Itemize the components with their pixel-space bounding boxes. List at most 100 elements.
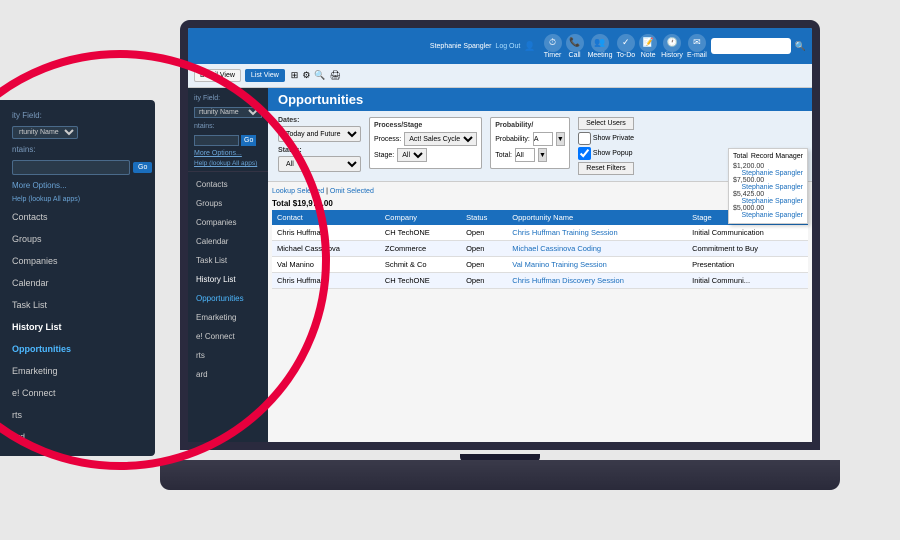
col-opportunity[interactable]: Opportunity Name <box>507 210 687 225</box>
sidebar-reports[interactable]: rts <box>188 346 268 365</box>
dates-select[interactable]: Today and Future <box>278 126 361 142</box>
nav-emarketing[interactable]: Emarketing <box>0 360 155 382</box>
cell-stage-3: Presentation <box>687 257 808 273</box>
sidebar-companies[interactable]: Companies <box>188 213 268 232</box>
select-users-btn[interactable]: Select Users <box>578 117 634 130</box>
laptop-container: Stephanie Spangler Log Out 👤 ⏱Timer 📞Cal… <box>160 20 840 510</box>
search-input[interactable] <box>711 38 791 54</box>
popup-rm-3: Stephanie Spangler <box>742 198 804 205</box>
timer-btn[interactable]: ⏱Timer <box>544 34 562 59</box>
opp-link-2[interactable]: Michael Cassinova Coding <box>512 244 601 253</box>
laptop-base <box>160 460 840 490</box>
total-input[interactable] <box>515 148 535 162</box>
search-field[interactable] <box>12 160 130 175</box>
cell-stage-2: Commitment to Buy <box>687 241 808 257</box>
cell-opp-1: Chris Huffman Training Session <box>507 225 687 241</box>
go-button[interactable]: Go <box>133 162 152 173</box>
reset-filters-btn[interactable]: Reset Filters <box>578 162 634 175</box>
laptop-screen: Stephanie Spangler Log Out 👤 ⏱Timer 📞Cal… <box>180 20 820 450</box>
logout-link[interactable]: Log Out <box>495 43 520 50</box>
sidebar-go-btn[interactable]: Go <box>241 135 256 146</box>
call-btn[interactable]: 📞Call <box>566 34 584 59</box>
sidebar-tasklist[interactable]: Task List <box>188 251 268 270</box>
total-col-header: Total <box>733 153 748 160</box>
sidebar-contains-label: ntains: <box>188 120 268 133</box>
probability-title: Probability/ <box>495 122 565 129</box>
cell-status-2: Open <box>461 241 507 257</box>
show-popup-row: Show Popup <box>578 147 634 160</box>
stage-label: Stage: <box>374 152 394 159</box>
cell-status-1: Open <box>461 225 507 241</box>
meeting-btn[interactable]: 👥Meeting <box>588 34 613 59</box>
cell-company-4: CH TechONE <box>380 273 461 289</box>
probability-input[interactable] <box>533 132 553 146</box>
nav-history-list[interactable]: History List <box>0 316 155 338</box>
search-icon[interactable]: 🔍 <box>795 41 806 52</box>
cell-contact-3: Val Manino <box>272 257 380 273</box>
cell-status-3: Open <box>461 257 507 273</box>
process-select[interactable]: Act! Sales Cycle <box>404 132 477 146</box>
sidebar-calendar[interactable]: Calendar <box>188 232 268 251</box>
page-title: Opportunities <box>268 88 812 111</box>
sidebar-help-link[interactable]: Help (lookup All apps) <box>188 159 268 168</box>
nav-calendar[interactable]: Calendar <box>0 272 155 294</box>
col-company[interactable]: Company <box>380 210 461 225</box>
sidebar-contacts[interactable]: Contacts <box>188 175 268 194</box>
sidebar: ity Field: rtunity Name ntains: Go More … <box>188 88 268 442</box>
sidebar-historylist[interactable]: History List <box>188 270 268 289</box>
sidebar-search-input[interactable] <box>194 135 239 146</box>
show-private-label: Show Private <box>593 135 634 142</box>
opp-link-3[interactable]: Val Manino Training Session <box>512 260 607 269</box>
cell-company-3: Schmit & Co <box>380 257 461 273</box>
list-view-btn[interactable]: List View <box>245 69 285 82</box>
popup-row-1: $1,200.00 Stephanie Spangler <box>733 162 803 171</box>
col-contact[interactable]: Contact <box>272 210 380 225</box>
cell-stage-4: Initial Communi... <box>687 273 808 289</box>
opp-link-1[interactable]: Chris Huffman Training Session <box>512 228 617 237</box>
detail-view-btn[interactable]: Detail View <box>194 69 241 82</box>
cell-company-2: ZCommerce <box>380 241 461 257</box>
content-area: Opportunities Dates: Today and Future St… <box>268 88 812 442</box>
field-select[interactable]: rtunity Name <box>12 126 78 139</box>
nav-task-list[interactable]: Task List <box>0 294 155 316</box>
probability-btn[interactable]: ▼ <box>556 132 565 146</box>
sidebar-opportunities[interactable]: Opportunities <box>188 289 268 308</box>
rm-col-header: Record Manager <box>751 153 803 160</box>
sidebar-field-select[interactable]: rtunity Name <box>194 107 262 118</box>
nav-opportunities[interactable]: Opportunities <box>0 338 155 360</box>
sidebar-groups[interactable]: Groups <box>188 194 268 213</box>
opp-link-4[interactable]: Chris Huffman Discovery Session <box>512 276 624 285</box>
sidebar-more-options[interactable]: More Options... <box>188 148 268 159</box>
sidebar-emarketing[interactable]: Emarketing <box>188 308 268 327</box>
nav-companies[interactable]: Companies <box>0 250 155 272</box>
popup-rm-4: Stephanie Spangler <box>742 212 804 219</box>
col-status[interactable]: Status <box>461 210 507 225</box>
cell-opp-2: Michael Cassinova Coding <box>507 241 687 257</box>
cell-contact-1: Chris Huffman <box>272 225 380 241</box>
nav-contacts[interactable]: Contacts <box>0 206 155 228</box>
show-popup-cb[interactable] <box>578 147 591 160</box>
nav-dashboard[interactable]: ard <box>0 426 155 448</box>
sidebar-econnect[interactable]: e! Connect <box>188 327 268 346</box>
lookup-selected-link[interactable]: Lookup Selected <box>272 188 324 195</box>
nav-reports[interactable]: rts <box>0 404 155 426</box>
history-btn[interactable]: 🕐History <box>661 34 683 59</box>
nav-econnect[interactable]: e! Connect <box>0 382 155 404</box>
status-select[interactable]: All <box>278 156 361 172</box>
help-link[interactable]: Help (lookup All apps) <box>0 193 155 206</box>
note-btn[interactable]: 📝Note <box>639 34 657 59</box>
stage-select[interactable]: All <box>397 148 427 162</box>
popup-rm-2: Stephanie Spangler <box>742 184 804 191</box>
omit-selected-link[interactable]: Omit Selected <box>330 188 374 195</box>
sidebar-dashboard[interactable]: ard <box>188 365 268 384</box>
top-bar: Stephanie Spangler Log Out 👤 ⏱Timer 📞Cal… <box>188 28 812 64</box>
probability-label: Probability: <box>495 136 530 143</box>
more-options-link[interactable]: More Options... <box>0 178 155 193</box>
email-btn[interactable]: ✉E-mail <box>687 34 707 59</box>
todo-btn[interactable]: ✓To-Do <box>616 34 635 59</box>
right-popup-panel: Total Record Manager $1,200.00 Stephanie… <box>728 148 808 224</box>
sidebar-search-row: Go <box>188 133 268 148</box>
nav-groups[interactable]: Groups <box>0 228 155 250</box>
total-btn[interactable]: ▼ <box>538 148 547 162</box>
show-private-cb[interactable] <box>578 132 591 145</box>
